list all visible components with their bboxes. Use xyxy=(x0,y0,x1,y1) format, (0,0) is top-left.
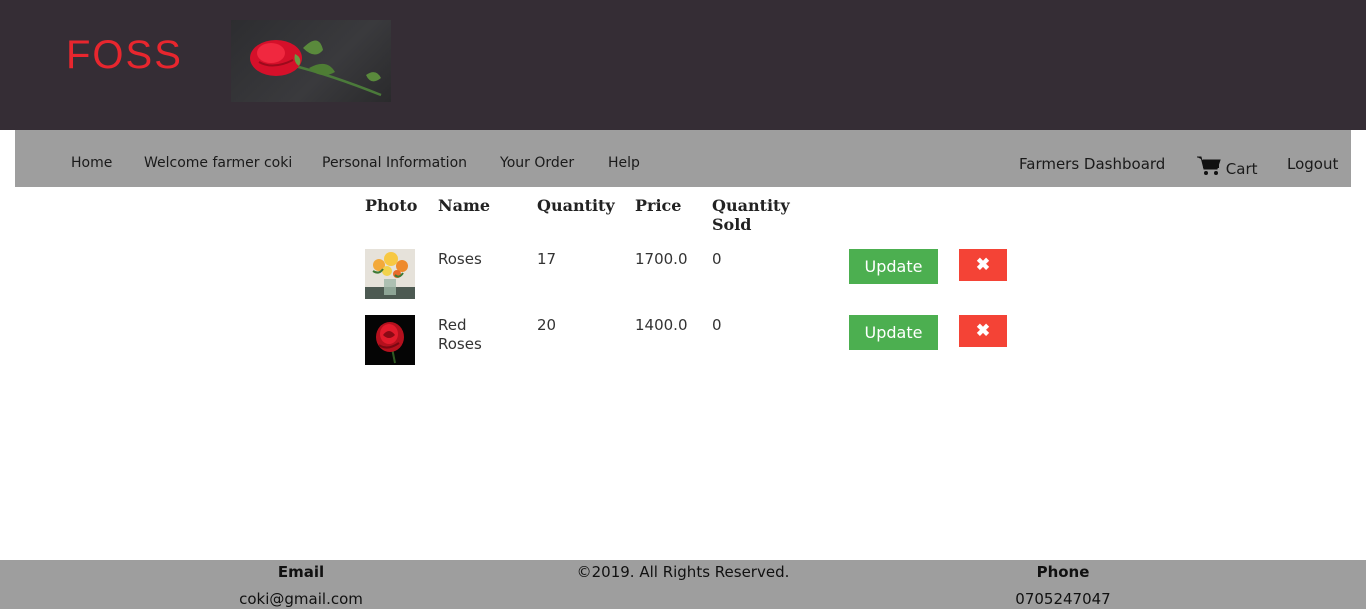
product-name-line1: Roses xyxy=(438,250,482,268)
col-header-price: Price xyxy=(635,196,682,215)
nav-help[interactable]: Help xyxy=(608,155,640,171)
rose-banner-graphic xyxy=(250,40,382,97)
site-footer: Email coki@gmail.com ©2019. All Rights R… xyxy=(0,560,1366,609)
footer-email-label: Email xyxy=(277,563,325,581)
nav-personal-information[interactable]: Personal Information xyxy=(322,155,467,171)
nav-farmers-dashboard[interactable]: Farmers Dashboard xyxy=(1019,155,1165,173)
product-quantity-sold: 0 xyxy=(712,250,722,268)
col-header-quantity-sold: Quantity Sold xyxy=(712,196,790,234)
footer-copyright: ©2019. All Rights Reserved. xyxy=(576,563,790,581)
product-photo-bouquet[interactable] xyxy=(365,249,415,299)
nav-logout[interactable]: Logout xyxy=(1287,155,1338,173)
footer-phone-value: 0705247047 xyxy=(1015,590,1111,608)
col-header-photo: Photo xyxy=(365,196,418,215)
col-header-sold-line1: Quantity xyxy=(712,196,790,215)
product-name-line2: Roses xyxy=(438,335,482,353)
update-button[interactable]: Update xyxy=(849,315,938,350)
cart-label: Cart xyxy=(1225,160,1258,178)
rose-banner-image xyxy=(231,20,391,102)
product-photo-red-rose[interactable] xyxy=(365,315,415,365)
nav-your-order[interactable]: Your Order xyxy=(500,155,574,171)
product-quantity: 20 xyxy=(537,316,557,334)
shopping-cart-icon xyxy=(1197,156,1221,175)
col-header-name: Name xyxy=(438,196,491,215)
site-logo[interactable]: FOSS xyxy=(66,35,183,75)
product-name-line1: Red xyxy=(438,316,467,334)
product-price: 1400.0 xyxy=(635,316,688,334)
delete-button[interactable]: ✖ xyxy=(959,249,1007,281)
delete-button[interactable]: ✖ xyxy=(959,315,1007,347)
close-icon: ✖ xyxy=(975,321,991,340)
nav-welcome[interactable]: Welcome farmer coki xyxy=(144,155,292,171)
nav-home[interactable]: Home xyxy=(71,155,112,171)
site-header: FOSS xyxy=(0,0,1366,130)
footer-email-value: coki@gmail.com xyxy=(239,590,363,608)
col-header-quantity: Quantity xyxy=(537,196,615,215)
update-button[interactable]: Update xyxy=(849,249,938,284)
flower-bouquet-graphic xyxy=(365,252,415,299)
red-rose-graphic xyxy=(376,322,404,364)
product-name: Roses xyxy=(438,250,482,269)
product-price: 1700.0 xyxy=(635,250,688,268)
footer-phone-label: Phone xyxy=(1036,563,1090,581)
product-quantity: 17 xyxy=(537,250,557,268)
nav-cart[interactable]: Cart xyxy=(1197,156,1258,178)
product-quantity-sold: 0 xyxy=(712,316,722,334)
main-nav: Home Welcome farmer coki Personal Inform… xyxy=(15,130,1351,187)
close-icon: ✖ xyxy=(975,255,991,274)
product-name: Red Roses xyxy=(438,316,482,354)
col-header-sold-line2: Sold xyxy=(712,215,752,234)
